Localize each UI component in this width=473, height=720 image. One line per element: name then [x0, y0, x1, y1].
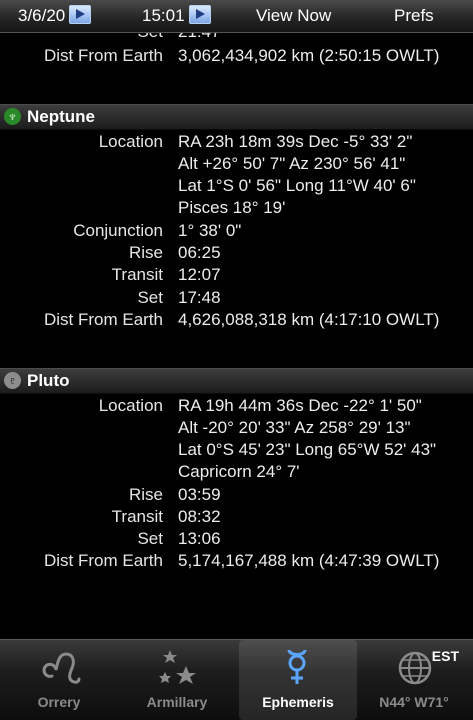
date-control[interactable]: 3/6/20: [18, 0, 92, 32]
row-value: 4,626,088,318 km (4:17:10 OWLT): [178, 310, 440, 329]
row-label: Dist From Earth: [43, 46, 163, 65]
row-value: 5,174,167,488 km (4:47:39 OWLT): [178, 551, 440, 570]
row-label: Transit: [111, 507, 163, 526]
row-label: Rise: [128, 485, 163, 504]
time-control[interactable]: 15:01: [142, 0, 211, 32]
pluto-location-row: Capricorn 24° 7': [0, 461, 473, 483]
pluto-location-row: Lat 0°S 45' 23" Long 65°W 52' 43": [0, 439, 473, 461]
neptune-location-row: Lat 1°S 0' 56" Long 11°W 40' 6": [0, 175, 473, 197]
neptune-transit-row: Transit 12:07: [0, 264, 473, 286]
row-value: Lat 0°S 45' 23" Long 65°W 52' 43": [178, 440, 437, 459]
tab-orrery[interactable]: Orrery: [0, 640, 118, 720]
date-play-icon[interactable]: [69, 5, 92, 25]
row-label: Location: [98, 132, 163, 151]
row-label: Set: [137, 529, 163, 548]
row-value: Alt -20° 20' 33" Az 258° 29' 13": [178, 418, 411, 437]
neptune-conjunction-row: Conjunction 1° 38' 0": [0, 220, 473, 242]
prefs-button[interactable]: Prefs: [394, 0, 434, 32]
date-label: 3/6/20: [18, 6, 66, 25]
pluto-icon: ♇: [4, 372, 21, 389]
neptune-icon: ♆: [4, 108, 21, 125]
tab-label: Armillary: [146, 694, 208, 710]
planet-name: Neptune: [27, 107, 95, 126]
pluto-set-row: Set 13:06: [0, 528, 473, 550]
row-value: Lat 1°S 0' 56" Long 11°W 40' 6": [178, 176, 416, 195]
tab-ephemeris[interactable]: Ephemeris: [239, 640, 357, 720]
time-label: 15:01: [142, 6, 185, 25]
pluto-location-row: Alt -20° 20' 33" Az 258° 29' 13": [0, 417, 473, 439]
prev-dist-row: Dist From Earth 3,062,434,902 km (2:50:1…: [0, 45, 473, 67]
neptune-location-row: Pisces 18° 19': [0, 197, 473, 219]
row-value: 06:25: [178, 243, 221, 262]
row-label: Dist From Earth: [43, 310, 163, 329]
ephemeris-list[interactable]: Set 21:47 Dist From Earth 3,062,434,902 …: [0, 33, 473, 639]
stars-icon: [159, 650, 196, 684]
tab-armillary[interactable]: Armillary: [118, 640, 236, 720]
row-label: Dist From Earth: [43, 551, 163, 570]
row-value: Alt +26° 50' 7" Az 230° 56' 41": [178, 154, 406, 173]
row-value: Pisces 18° 19': [178, 198, 286, 217]
row-value: 12:07: [178, 265, 221, 284]
row-label: Set: [137, 33, 163, 43]
neptune-dist-row: Dist From Earth 4,626,088,318 km (4:17:1…: [0, 309, 473, 331]
row-value: RA 23h 18m 39s Dec -5° 33' 2": [178, 132, 413, 151]
row-value: 17:48: [178, 288, 221, 307]
row-value: 1° 38' 0": [178, 221, 242, 240]
neptune-location-row: Location RA 23h 18m 39s Dec -5° 33' 2": [0, 131, 473, 153]
neptune-header[interactable]: ♆ Neptune: [0, 104, 473, 130]
tab-bar: Orrery Armillary Ephemeris EST N44° W71°: [0, 639, 473, 720]
cutoff-row: Set 21:47: [0, 33, 473, 43]
top-toolbar: 3/6/20 15:01 View Now Prefs: [0, 0, 473, 33]
pluto-dist-row: Dist From Earth 5,174,167,488 km (4:47:3…: [0, 550, 473, 572]
planet-name: Pluto: [27, 371, 70, 390]
row-label: Rise: [128, 243, 163, 262]
row-value: 08:32: [178, 507, 221, 526]
pluto-header[interactable]: ♇ Pluto: [0, 368, 473, 394]
tab-label: Ephemeris: [262, 694, 334, 710]
row-label: Set: [137, 288, 163, 307]
neptune-rise-row: Rise 06:25: [0, 242, 473, 264]
row-value: 21:47: [178, 33, 221, 43]
tab-label: N44° W71°: [379, 694, 449, 710]
row-value: 13:06: [178, 529, 221, 548]
row-value: 3,062,434,902 km (2:50:15 OWLT): [178, 46, 440, 65]
pluto-transit-row: Transit 08:32: [0, 506, 473, 528]
row-value: 03:59: [178, 485, 221, 504]
timezone-label: EST: [431, 648, 459, 664]
row-value: Capricorn 24° 7': [178, 462, 300, 481]
neptune-location-row: Alt +26° 50' 7" Az 230° 56' 41": [0, 153, 473, 175]
pluto-rise-row: Rise 03:59: [0, 484, 473, 506]
row-label: Transit: [111, 265, 163, 284]
pluto-location-row: Location RA 19h 44m 36s Dec -22° 1' 50": [0, 395, 473, 417]
mercury-icon: [287, 649, 307, 684]
tab-location[interactable]: EST N44° W71°: [355, 640, 473, 720]
tab-label: Orrery: [37, 694, 81, 710]
time-play-icon[interactable]: [188, 5, 211, 25]
row-label: Conjunction: [73, 221, 163, 240]
view-now-button[interactable]: View Now: [256, 0, 331, 32]
row-value: RA 19h 44m 36s Dec -22° 1' 50": [178, 396, 422, 415]
row-label: Location: [98, 396, 163, 415]
leo-icon: [42, 652, 81, 684]
neptune-set-row: Set 17:48: [0, 287, 473, 309]
